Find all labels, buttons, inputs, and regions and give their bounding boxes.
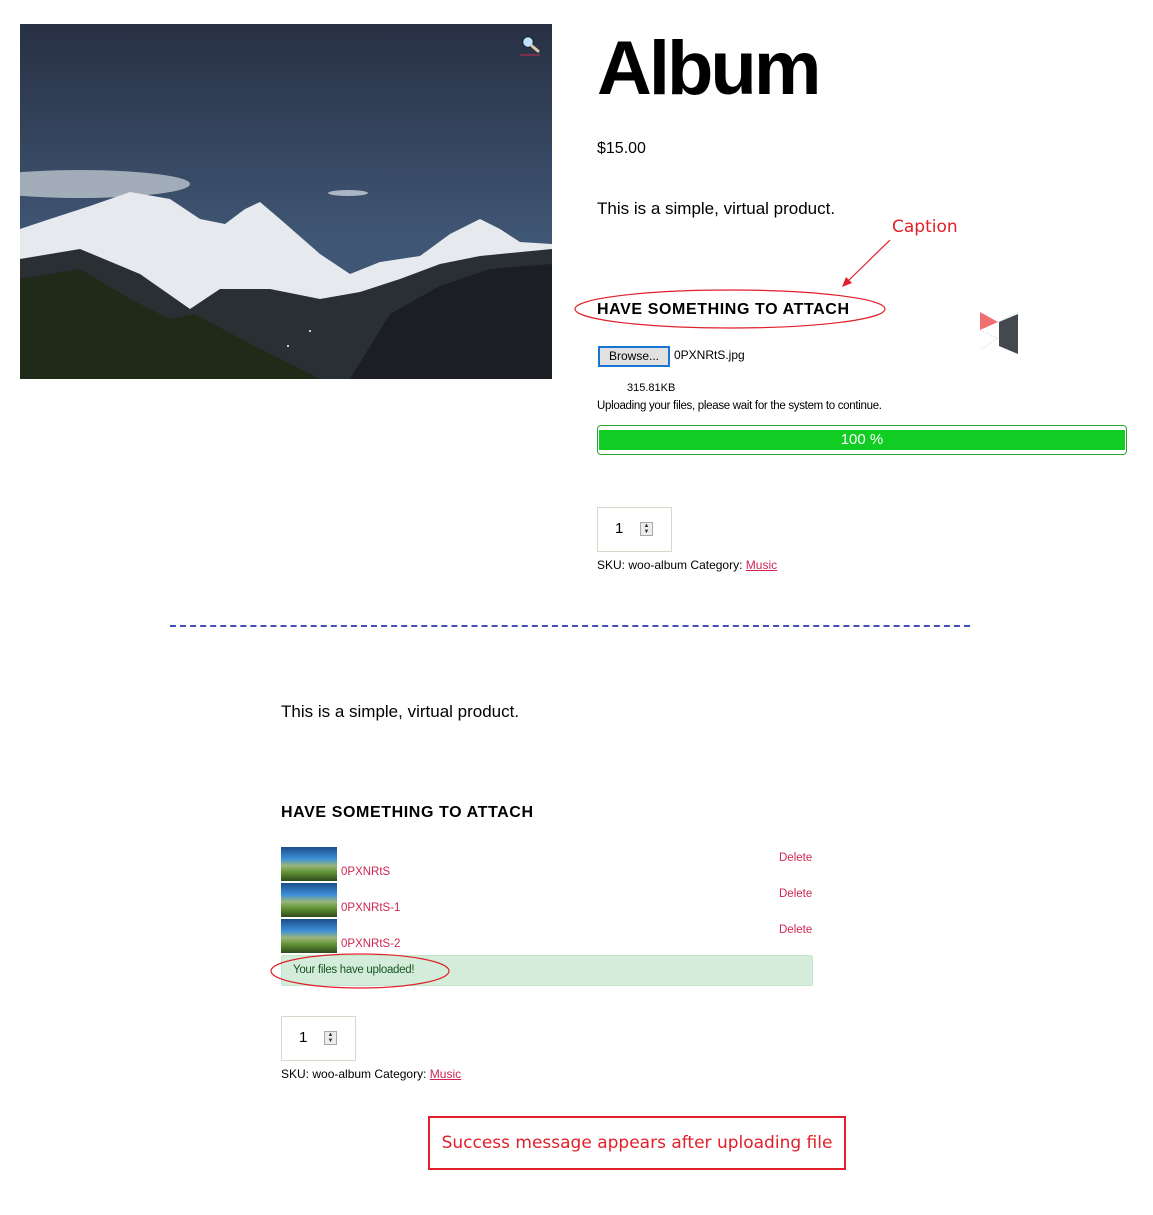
success-message: Your files have uploaded! <box>293 964 415 976</box>
annotation-arrow-line <box>845 239 891 284</box>
file-thumbnail <box>281 847 337 881</box>
quantity-stepper[interactable]: ▲ ▼ <box>324 1031 337 1045</box>
stepper-down-icon[interactable]: ▼ <box>325 1038 336 1044</box>
product-image[interactable] <box>20 24 552 379</box>
delete-file-button[interactable]: Delete <box>779 852 812 864</box>
uploaded-file-link[interactable]: 0PXNRtS-1 <box>341 902 400 914</box>
quantity-stepper[interactable]: ▲ ▼ <box>640 522 653 536</box>
annotation-arrow-head <box>842 277 852 287</box>
delete-file-button[interactable]: Delete <box>779 888 812 900</box>
file-thumbnail <box>281 883 337 917</box>
sku-value: woo-album <box>628 558 688 572</box>
quantity-input[interactable]: 1 ▲ ▼ <box>597 507 672 552</box>
mountain-photo <box>20 24 552 379</box>
sku-label: SKU: <box>281 1067 310 1081</box>
category-label: Category: <box>690 558 743 572</box>
browse-file-button[interactable]: Browse... <box>598 346 670 367</box>
progress-label: 100 % <box>840 431 884 448</box>
attach-section-heading: HAVE SOMETHING TO ATTACH <box>597 301 850 318</box>
section-divider <box>170 625 970 627</box>
upload-status-message: Uploading your files, please wait for th… <box>597 400 882 412</box>
uploaded-file-link[interactable]: 0PXNRtS <box>341 866 390 878</box>
upload-progress-bar: 100 % <box>597 425 1127 455</box>
file-size: 315.81KB <box>627 382 676 394</box>
stepper-down-icon[interactable]: ▼ <box>641 529 652 535</box>
uploaded-file-link[interactable]: 0PXNRtS-2 <box>341 938 400 950</box>
loading-logo-icon <box>978 310 1020 354</box>
product-meta-after: SKU: woo-album Category: Music <box>281 1067 461 1081</box>
attach-section-heading-after: HAVE SOMETHING TO ATTACH <box>281 804 534 821</box>
product-short-description-after: This is a simple, virtual product. <box>281 702 520 721</box>
category-label: Category: <box>374 1067 427 1081</box>
sku-label: SKU: <box>597 558 626 572</box>
selected-file-name: 0PXNRtS.jpg <box>674 348 745 362</box>
zoom-image-button[interactable] <box>520 34 542 56</box>
product-meta: SKU: woo-album Category: Music <box>597 558 777 572</box>
quantity-value: 1 <box>299 1029 308 1046</box>
quantity-input-after[interactable]: 1 ▲ ▼ <box>281 1016 356 1061</box>
uploaded-file-item: 0PXNRtS-1 Delete <box>281 883 816 919</box>
sku-value: woo-album <box>312 1067 372 1081</box>
annotation-note: Success message appears after uploading … <box>428 1116 846 1170</box>
delete-file-button[interactable]: Delete <box>779 924 812 936</box>
uploaded-file-item: 0PXNRtS Delete <box>281 847 816 883</box>
category-link-music[interactable]: Music <box>430 1067 461 1081</box>
uploaded-file-item: 0PXNRtS-2 Delete <box>281 919 816 955</box>
product-price: $15.00 <box>597 140 646 157</box>
product-short-description: This is a simple, virtual product. <box>597 199 836 218</box>
product-title: Album <box>597 26 821 111</box>
upload-success-alert: Your files have uploaded! <box>281 955 813 986</box>
category-link-music[interactable]: Music <box>746 558 777 572</box>
annotation-caption-label: Caption <box>892 217 958 237</box>
quantity-value: 1 <box>615 520 624 537</box>
magnifier-icon <box>520 35 540 56</box>
file-thumbnail <box>281 919 337 953</box>
